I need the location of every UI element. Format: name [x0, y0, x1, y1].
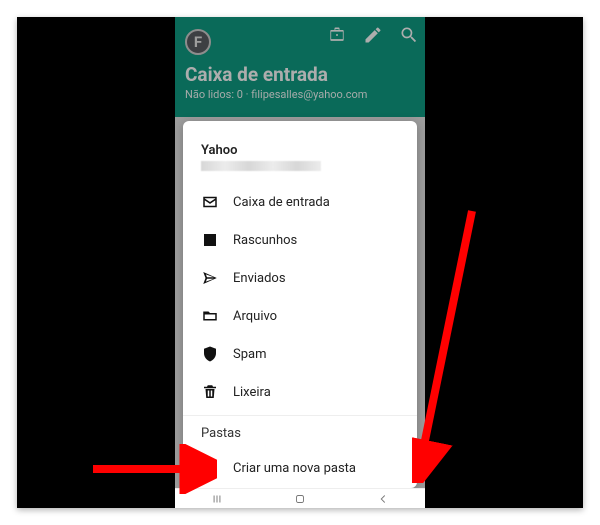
- folder-label: Arquivo: [233, 309, 277, 324]
- nav-recents-icon[interactable]: [210, 492, 224, 506]
- envelope-icon: [201, 193, 219, 211]
- android-nav-bar: [175, 488, 425, 508]
- add-icon: [201, 459, 219, 477]
- create-folder-label: Criar uma nova pasta: [233, 461, 356, 476]
- shield-icon: [201, 345, 219, 363]
- nav-home-icon[interactable]: [293, 492, 307, 506]
- folder-item-sent[interactable]: Enviados: [183, 259, 417, 297]
- send-icon: [201, 269, 219, 287]
- folder-label: Lixeira: [233, 385, 271, 400]
- folder-item-trash[interactable]: Lixeira: [183, 373, 417, 411]
- nav-back-icon[interactable]: [376, 492, 390, 506]
- folder-item-spam[interactable]: Spam: [183, 335, 417, 373]
- folder-label: Enviados: [233, 271, 286, 286]
- drafts-icon: [201, 231, 219, 249]
- folder-label: Spam: [233, 347, 267, 362]
- folder-label: Caixa de entrada: [233, 195, 330, 210]
- folder-item-archive[interactable]: Arquivo: [183, 297, 417, 335]
- account-email-blurred: [201, 161, 321, 171]
- phone-screen: F Caixa de entrada Não lidos: 0 · filipe…: [175, 17, 425, 508]
- create-folder-button[interactable]: Criar uma nova pasta: [183, 447, 417, 491]
- folder-list: Caixa de entrada Rascunhos Enviados Arqu…: [183, 181, 417, 491]
- folder-item-inbox[interactable]: Caixa de entrada: [183, 183, 417, 221]
- account-name: Yahoo: [201, 143, 399, 158]
- screenshot-frame: F Caixa de entrada Não lidos: 0 · filipe…: [17, 17, 583, 508]
- folders-bottom-sheet: Yahoo Caixa de entrada Rascunhos Enviado…: [183, 121, 417, 488]
- trash-icon: [201, 383, 219, 401]
- folder-icon: [201, 307, 219, 325]
- folders-section-label: Pastas: [183, 415, 417, 447]
- folder-item-drafts[interactable]: Rascunhos: [183, 221, 417, 259]
- folder-label: Rascunhos: [233, 233, 297, 248]
